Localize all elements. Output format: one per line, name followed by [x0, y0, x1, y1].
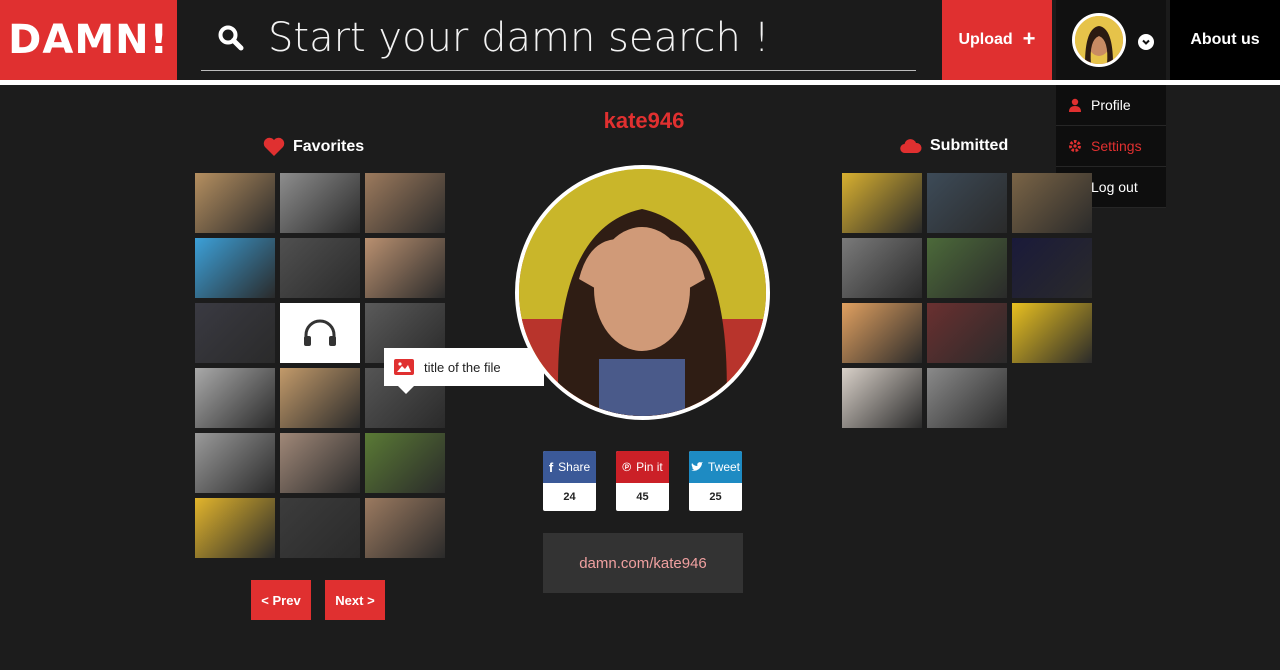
prev-button[interactable]: < Prev — [251, 580, 311, 620]
submitted-thumbnail[interactable] — [842, 238, 922, 298]
pinterest-pin-top: ℗ Pin it — [616, 451, 669, 483]
chevron-down-icon[interactable] — [1138, 34, 1154, 50]
upload-label: Upload — [958, 31, 1013, 48]
favorites-thumbnail[interactable] — [195, 433, 275, 493]
dropdown-item-settings[interactable]: Settings — [1056, 126, 1166, 167]
search-input[interactable] — [268, 15, 888, 61]
pin-count: 45 — [636, 491, 649, 503]
favorites-thumbnail[interactable] — [195, 173, 275, 233]
share-label: Share — [558, 460, 591, 474]
tweet-label: Tweet — [707, 460, 740, 474]
headphones-icon — [304, 319, 336, 346]
user-menu-toggle[interactable] — [1056, 0, 1166, 80]
dropdown-item-profile[interactable]: Profile — [1056, 85, 1166, 126]
cloud-icon — [900, 139, 922, 154]
logo[interactable]: DAMN! — [0, 0, 177, 80]
facebook-share-button[interactable]: f Share 24 — [543, 451, 596, 511]
favorites-thumbnail[interactable] — [195, 238, 275, 298]
submitted-thumbnail[interactable] — [1012, 303, 1092, 363]
about-us-link[interactable]: About us — [1170, 0, 1280, 80]
submitted-thumbnail[interactable] — [927, 303, 1007, 363]
heart-icon — [263, 137, 285, 156]
submitted-title: Submitted — [900, 137, 1008, 155]
tooltip-text: title of the file — [424, 359, 501, 375]
submitted-thumbnail[interactable] — [927, 368, 1007, 428]
facebook-icon: f — [548, 459, 554, 475]
favorites-title-label: Favorites — [293, 138, 365, 155]
submitted-grid — [842, 173, 1092, 428]
submitted-thumbnail[interactable] — [842, 368, 922, 428]
search-icon[interactable] — [218, 25, 244, 51]
favorites-thumbnail[interactable] — [365, 173, 445, 233]
dropdown-item-label: Settings — [1091, 138, 1142, 154]
favorites-thumbnail[interactable] — [195, 303, 275, 363]
favorites-thumbnail[interactable] — [280, 498, 360, 558]
favorites-thumbnail[interactable] — [280, 303, 360, 363]
profile-url[interactable]: damn.com/kate946 — [543, 533, 743, 593]
dropdown-item-label: Log out — [1091, 179, 1138, 195]
gear-icon — [1069, 140, 1081, 152]
favorites-thumbnail[interactable] — [280, 173, 360, 233]
favorites-thumbnail[interactable] — [195, 498, 275, 558]
submitted-thumbnail[interactable] — [927, 238, 1007, 298]
pinterest-pin-button[interactable]: ℗ Pin it 45 — [616, 451, 669, 511]
facebook-share-top: f Share — [543, 451, 596, 483]
dropdown-item-label: Profile — [1091, 97, 1131, 113]
favorites-thumbnail[interactable] — [280, 368, 360, 428]
favorites-thumbnail[interactable] — [365, 238, 445, 298]
share-count: 24 — [563, 491, 576, 503]
submitted-thumbnail[interactable] — [927, 173, 1007, 233]
user-avatar[interactable] — [1072, 13, 1126, 67]
twitter-tweet-top: Tweet — [689, 451, 742, 483]
user-icon — [1069, 98, 1081, 112]
pinterest-icon: ℗ — [622, 460, 632, 474]
upload-button[interactable]: Upload + — [942, 0, 1052, 80]
file-title-tooltip: title of the file — [384, 348, 544, 394]
next-button[interactable]: Next > — [325, 580, 385, 620]
submitted-thumbnail[interactable] — [842, 303, 922, 363]
twitter-tweet-button[interactable]: Tweet 25 — [689, 451, 742, 511]
submitted-thumbnail[interactable] — [1012, 238, 1092, 298]
image-icon — [394, 359, 414, 375]
favorites-thumbnail[interactable] — [365, 498, 445, 558]
favorites-thumbnail[interactable] — [280, 238, 360, 298]
plus-icon: + — [1022, 26, 1036, 51]
favorites-thumbnail[interactable] — [195, 368, 275, 428]
favorites-thumbnail[interactable] — [280, 433, 360, 493]
profile-avatar — [515, 165, 770, 420]
favorites-thumbnail[interactable] — [365, 433, 445, 493]
submitted-title-label: Submitted — [930, 137, 1009, 154]
twitter-icon — [690, 462, 703, 471]
submitted-thumbnail[interactable] — [842, 173, 922, 233]
tweet-count: 25 — [709, 491, 722, 503]
pin-label: Pin it — [636, 460, 663, 474]
favorites-title: Favorites — [263, 137, 364, 157]
profile-username: kate946 — [603, 108, 685, 133]
search-bar[interactable] — [201, 6, 916, 71]
submitted-thumbnail[interactable] — [1012, 173, 1092, 233]
